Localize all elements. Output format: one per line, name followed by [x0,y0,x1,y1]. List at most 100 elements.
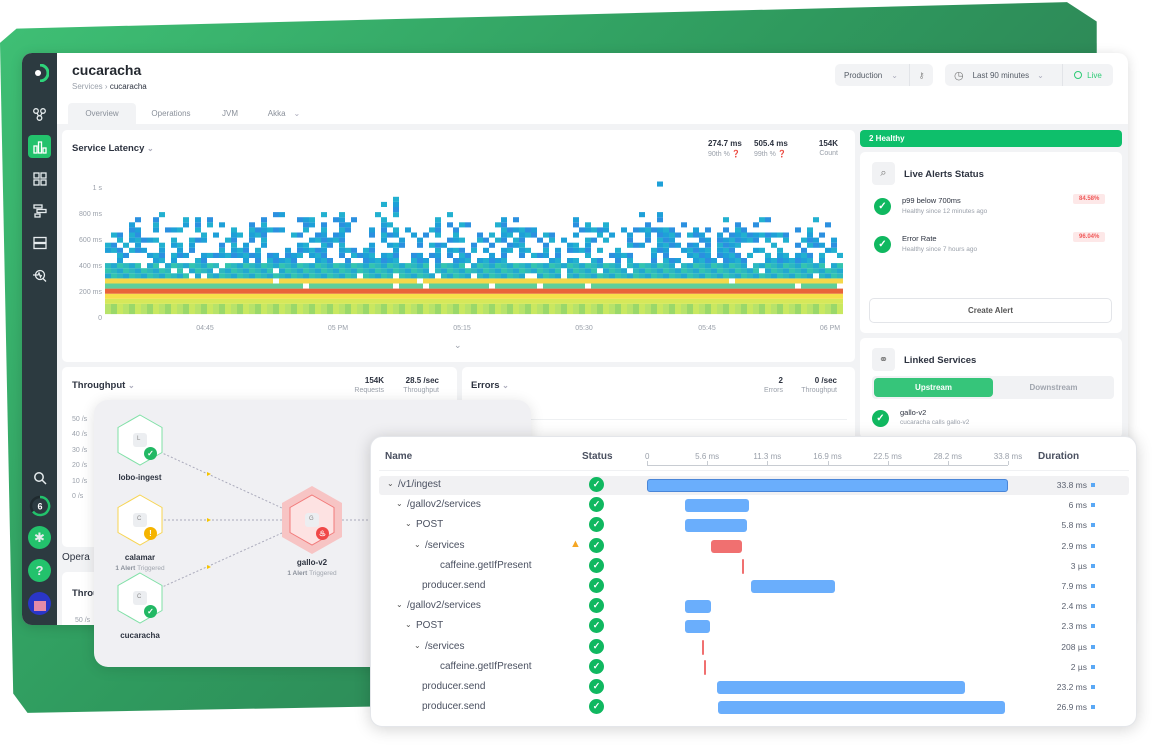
expand-chevron-icon[interactable]: ⌄ [454,340,462,351]
heatmap-cell [741,288,747,294]
heatmap-cell [333,309,339,315]
heatmap-cell [639,309,645,315]
heatmap-cell [345,263,351,269]
span-row[interactable]: ⌄/services ✓ 208 µs [379,638,1129,657]
span-bar[interactable] [685,499,750,513]
dashboard-grid-icon[interactable] [28,167,51,190]
span-bar[interactable] [685,620,710,634]
heatmap-cell [219,222,225,228]
heatmap-cell [261,263,267,269]
heatmap-cell [135,242,141,248]
errors-title-text: Errors [471,380,500,391]
heatmap-cell [717,309,723,315]
linked-service-name[interactable]: gallo-v2 [900,408,926,417]
tab-upstream[interactable]: Upstream [874,378,993,397]
span-bar[interactable] [685,519,747,533]
chevron-down-icon[interactable]: ⌄ [396,499,403,508]
span-row[interactable]: ⌄/services ▲ ✓ 2.9 ms [379,537,1129,556]
heatmap-cell [171,242,177,248]
chevron-down-icon[interactable]: ⌄ [396,600,403,609]
span-row[interactable]: ⌄/gallov2/services ✓ 2.4 ms [379,597,1129,616]
span-bar[interactable] [716,681,965,694]
span-row[interactable]: ⌄/v1/ingest ✓ 33.8 ms [379,476,1129,495]
heatmap-cell [675,303,681,309]
tab-jvm[interactable]: JVM [206,103,254,124]
heatmap-cell [429,288,435,294]
duration-marker-icon [1091,523,1095,528]
chart-icon[interactable] [28,135,51,158]
tab-akka[interactable]: Akka ⌄ [254,103,314,124]
span-row[interactable]: ⌄ POST ✓ 5.8 ms [379,516,1129,535]
environment-selector[interactable]: Production ⌄ ⚷ [835,64,933,86]
heatmap-cell [357,268,363,274]
heatmap-cell [567,268,573,274]
progress-ring-icon[interactable]: 6 [28,494,51,517]
span-row[interactable]: ⌄/gallov2/services ✓ 6 ms [379,496,1129,515]
heatmap-cell [417,242,423,248]
tab-downstream[interactable]: Downstream [994,378,1113,397]
throughput-title[interactable]: Throughput ⌄ [72,380,135,391]
tab-overview[interactable]: Overview [68,103,136,124]
service-node-lobo-ingest[interactable]: L ✓ [114,410,166,470]
alerts-search-icon[interactable] [28,264,51,287]
heatmap-cell [663,298,669,304]
heatmap-cell [495,288,501,294]
heatmap-cell [735,278,741,284]
chevron-down-icon[interactable]: ⌄ [387,479,394,488]
heatmap-cell [813,293,819,299]
alert-name[interactable]: Error Rate [902,234,937,243]
errors-title[interactable]: Errors ⌄ [471,380,509,391]
span-row[interactable]: producer.send ✓ 23.2 ms [379,678,1129,697]
help-icon[interactable]: ? [28,559,51,582]
span-row[interactable]: producer.send ✓ 7.9 ms [379,577,1129,596]
span-bar[interactable] [704,659,707,675]
latency-heatmap[interactable]: 1 s800 ms600 ms400 ms200 ms004:45 05 PM 05… [62,130,855,362]
span-bar[interactable] [742,558,745,574]
heatmap-cell [165,278,171,284]
span-bar[interactable] [702,639,705,655]
service-node-calamar[interactable]: C! [114,490,166,550]
heatmap-cell [105,242,111,248]
time-range-selector[interactable]: ◷ Last 90 minutes ⌄ Live [945,64,1113,86]
heatmap-cell [693,252,699,258]
span-bar[interactable] [647,479,1008,492]
traces-icon[interactable] [28,199,51,222]
avatar[interactable] [28,592,51,615]
service-node-cucaracha[interactable]: C ✓ [114,568,166,628]
heatmap-cell [231,247,237,253]
heatmap-cell [363,252,369,258]
create-alert-button[interactable]: Create Alert [869,298,1112,323]
chevron-down-icon[interactable]: ⌄ [414,641,421,650]
heatmap-cell [723,237,729,243]
span-row[interactable]: ⌄ POST ✓ 2.3 ms [379,617,1129,636]
heatmap-cell [375,303,381,309]
heatmap-cell [603,293,609,299]
alert-name[interactable]: p99 below 700ms [902,196,961,205]
tab-operations[interactable]: Operations [136,103,206,124]
heatmap-cell [255,268,261,274]
live-toggle[interactable]: Live [1062,64,1113,86]
heatmap-cell [795,242,801,248]
heatmap-cell [795,303,801,309]
bug-icon[interactable]: ✱ [28,526,51,549]
chevron-down-icon[interactable]: ⌄ [405,519,412,528]
infrastructure-icon[interactable] [28,231,51,254]
service-node-gallo-v2[interactable]: G ♨ [282,486,342,554]
span-bar[interactable] [751,580,836,593]
logo-icon[interactable] [28,61,51,84]
span-bar[interactable] [718,701,1006,715]
heatmap-cell [393,252,399,258]
chevron-down-icon[interactable]: ⌄ [405,620,412,629]
span-row[interactable]: caffeine.getIfPresent ✓ 2 µs [379,658,1129,677]
breadcrumb-services[interactable]: Services [72,82,103,91]
key-icon[interactable]: ⚷ [909,64,933,86]
span-bar[interactable] [685,600,711,614]
heatmap-cell [255,298,261,304]
search-icon[interactable] [28,466,51,489]
heatmap-cell [171,263,177,269]
span-bar[interactable] [711,539,743,553]
span-row[interactable]: caffeine.getIfPresent ✓ 3 µs [379,557,1129,576]
span-row[interactable]: producer.send ✓ 26.9 ms [379,698,1129,717]
chevron-down-icon[interactable]: ⌄ [414,540,421,549]
service-map-icon[interactable] [28,103,51,126]
